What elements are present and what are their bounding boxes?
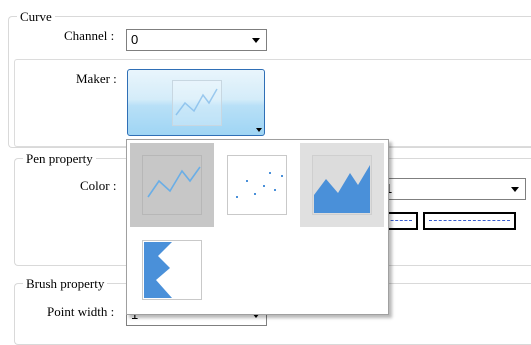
brush-property-legend: Brush property [23, 276, 108, 291]
pen-style-select[interactable]: 1 [380, 178, 526, 200]
pen-property-legend: Pen property [23, 151, 96, 166]
area-chart-icon [314, 165, 370, 213]
maker-option-bar-area[interactable] [130, 228, 214, 312]
channel-select-value: 0 [131, 32, 139, 47]
maker-label: Maker : [76, 71, 117, 86]
channel-select[interactable]: 0 [126, 29, 267, 51]
line-chart-icon [147, 166, 201, 198]
maker-option-line[interactable] [130, 143, 214, 227]
point-width-label: Point width : [47, 304, 115, 319]
line-chart-icon [172, 80, 222, 126]
scatter-chart-icon [236, 172, 283, 198]
chevron-down-icon [256, 128, 262, 132]
chevron-down-icon [252, 38, 260, 43]
curve-legend: Curve [17, 9, 55, 24]
maker-option-area[interactable] [300, 143, 384, 227]
maker-dropdown-popup [126, 139, 389, 315]
dash-pattern-option-2[interactable] [423, 212, 516, 230]
maker-option-scatter[interactable] [215, 143, 299, 227]
channel-label: Channel : [64, 28, 115, 43]
chevron-down-icon [511, 187, 519, 192]
bar-area-chart-icon [144, 242, 172, 298]
maker-dropdown-button[interactable] [127, 69, 265, 136]
color-label: Color : [80, 178, 117, 193]
